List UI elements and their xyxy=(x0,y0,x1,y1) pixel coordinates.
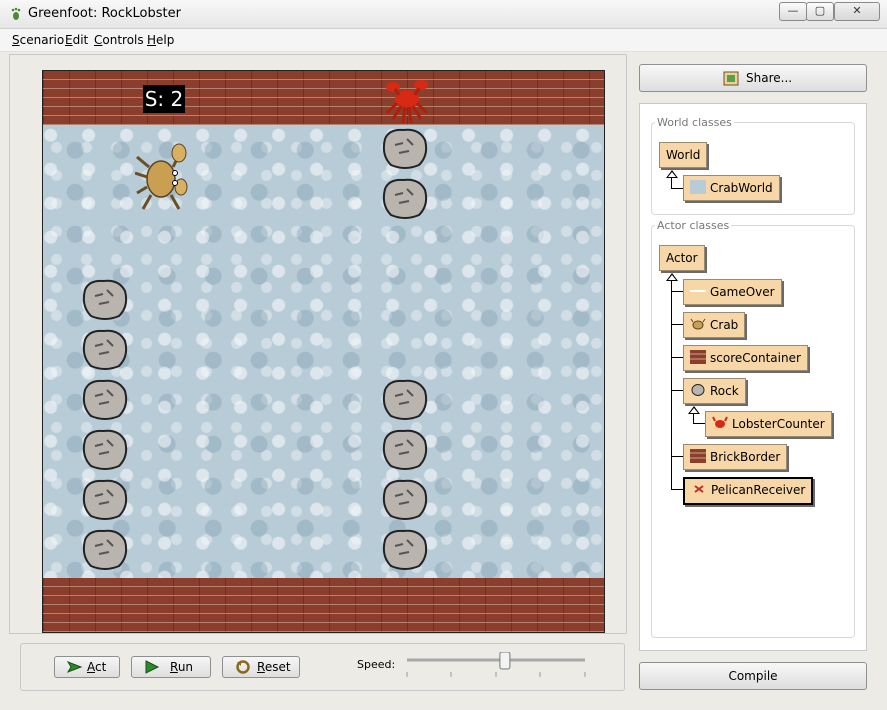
rock-icon[interactable] xyxy=(79,276,129,322)
pelican-icon xyxy=(694,485,704,493)
inherit-arrow-icon xyxy=(666,273,678,281)
speed-slider[interactable] xyxy=(403,652,589,682)
reset-button[interactable]: Reset xyxy=(222,656,300,678)
class-crab[interactable]: Crab xyxy=(683,312,746,338)
act-button[interactable]: Act xyxy=(54,656,120,678)
close-icon: ✕ xyxy=(852,4,862,17)
share-icon xyxy=(723,71,739,86)
compile-button[interactable]: Compile xyxy=(639,662,867,690)
brick-icon xyxy=(690,449,706,463)
brick-icon xyxy=(690,350,706,364)
class-world[interactable]: World xyxy=(659,142,708,168)
class-lobstercounter[interactable]: LobsterCounter xyxy=(705,411,832,437)
menu-help[interactable]: Help xyxy=(147,33,174,47)
lobster-icon xyxy=(712,416,728,428)
class-scorecontainer[interactable]: scoreContainer xyxy=(683,345,808,371)
brick-border-bottom xyxy=(43,578,604,632)
crab-icon xyxy=(690,318,706,330)
crabworld-icon xyxy=(690,180,706,194)
reset-icon xyxy=(236,660,250,674)
step-icon xyxy=(67,661,83,673)
rock-icon[interactable] xyxy=(379,175,429,221)
actor-classes-label: Actor classes xyxy=(655,219,732,232)
crab-icon[interactable] xyxy=(135,137,191,217)
close-button[interactable]: ✕ xyxy=(834,2,880,21)
class-gameover[interactable]: GameOver xyxy=(683,279,782,305)
menu-edit[interactable]: Edit xyxy=(65,33,88,47)
maximize-icon: ▢ xyxy=(814,4,826,17)
inherit-arrow-icon xyxy=(688,406,700,414)
play-icon xyxy=(145,660,160,674)
rock-icon[interactable] xyxy=(79,426,129,472)
menu-controls[interactable]: Controls xyxy=(94,33,144,47)
menu-bar: Scenario Edit Controls Help xyxy=(0,29,887,52)
share-button[interactable]: Share... xyxy=(639,64,867,92)
rock-icon[interactable] xyxy=(379,125,429,171)
footprint-icon xyxy=(11,7,21,20)
maximize-button[interactable]: ▢ xyxy=(806,2,834,21)
run-button[interactable]: Run xyxy=(131,656,211,678)
score-display: S: 2 xyxy=(143,85,185,113)
class-pelicanreceiver[interactable]: PelicanReceiver xyxy=(683,477,814,505)
class-rock[interactable]: Rock xyxy=(683,378,746,404)
world-classes-label: World classes xyxy=(655,116,734,129)
brick-border-top xyxy=(43,71,604,125)
world-canvas[interactable]: S: 2 xyxy=(42,70,605,633)
rock-icon[interactable] xyxy=(379,426,429,472)
rock-icon[interactable] xyxy=(379,376,429,422)
minimize-icon: — xyxy=(787,4,799,17)
lobster-icon[interactable] xyxy=(379,73,435,125)
gameover-icon xyxy=(690,290,706,292)
world-classes-group xyxy=(651,122,855,215)
inherit-arrow-icon xyxy=(666,170,678,178)
rock-icon[interactable] xyxy=(79,326,129,372)
slider-thumb[interactable] xyxy=(499,652,511,670)
rock-icon[interactable] xyxy=(79,526,129,572)
rock-icon[interactable] xyxy=(379,526,429,572)
title-bar: Greenfoot: RockLobster — ▢ ✕ xyxy=(0,0,887,29)
rock-icon xyxy=(691,384,705,396)
rock-icon[interactable] xyxy=(379,476,429,522)
class-actor[interactable]: Actor xyxy=(659,245,705,271)
speed-label: Speed: xyxy=(357,658,396,671)
window-title: Greenfoot: RockLobster xyxy=(28,6,181,21)
rock-icon[interactable] xyxy=(79,476,129,522)
class-browser: World classes World CrabWorld Actor clas… xyxy=(639,103,867,651)
class-brickborder[interactable]: BrickBorder xyxy=(683,444,788,470)
menu-scenario[interactable]: Scenario xyxy=(12,33,64,47)
rock-icon[interactable] xyxy=(79,376,129,422)
minimize-button[interactable]: — xyxy=(779,2,807,21)
class-crabworld[interactable]: CrabWorld xyxy=(683,175,780,201)
